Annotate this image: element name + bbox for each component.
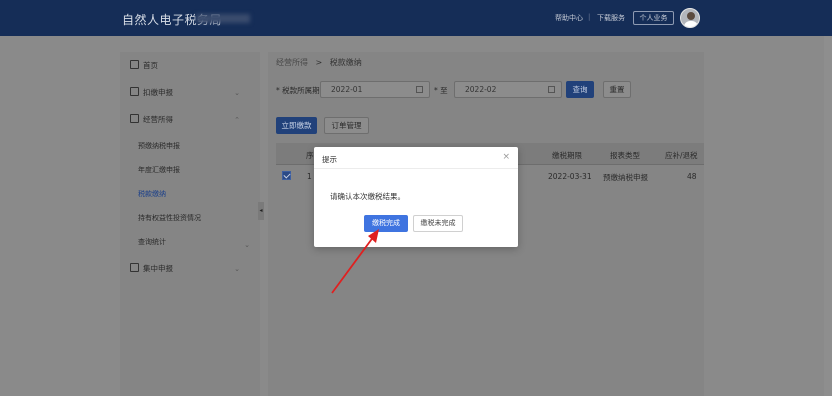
sidebar-collapse-handle[interactable]: ◂ — [258, 202, 264, 220]
dialog-message: 请确认本次缴税结果。 — [330, 192, 405, 201]
start-date-input[interactable]: 2022-01 — [320, 81, 430, 98]
chevron-up-icon: ⌃ — [234, 116, 240, 124]
home-icon — [130, 60, 139, 69]
sidebar-item-label: 集中申报 — [143, 264, 173, 273]
payment-complete-button[interactable]: 缴税完成 — [364, 215, 408, 232]
download-service-link[interactable]: 下载服务 — [597, 13, 625, 23]
list-icon — [130, 114, 139, 123]
sidebar-sub-tax-payment[interactable]: 税款缴纳 — [138, 188, 166, 200]
chevron-down-icon: ⌄ — [234, 265, 240, 273]
col-header-deadline: 缴税期限 — [552, 151, 582, 160]
avatar-body — [684, 21, 698, 27]
chevron-down-icon: ⌄ — [244, 241, 250, 249]
start-date-value: 2022-01 — [331, 85, 363, 94]
row-checkbox[interactable] — [282, 171, 291, 180]
calendar-icon — [416, 86, 423, 93]
breadcrumb-separator: > — [315, 58, 323, 67]
document-icon — [130, 87, 139, 96]
top-separator: | — [588, 13, 591, 21]
row-report-type: 预缴纳税申报 — [603, 173, 648, 182]
query-button[interactable]: 查询 — [566, 81, 594, 98]
chevron-down-icon: ⌄ — [234, 89, 240, 97]
row-deadline: 2022-03-31 — [548, 172, 592, 181]
to-label: * 至 — [434, 86, 448, 95]
confirm-dialog: 提示 × 请确认本次缴税结果。 缴税完成 缴税未完成 — [314, 147, 518, 247]
avatar-head — [687, 12, 695, 20]
row-index: 1 — [307, 172, 312, 181]
breadcrumb-parent[interactable]: 经营所得 — [276, 58, 308, 67]
personal-business-button[interactable]: 个人业务 — [633, 11, 674, 25]
close-icon[interactable]: × — [502, 152, 510, 162]
dialog-title: 提示 — [322, 155, 337, 164]
pay-now-button[interactable]: 立即缴款 — [276, 117, 317, 134]
reset-button[interactable]: 重置 — [603, 81, 631, 98]
sidebar-item-centralized[interactable]: 集中申报 ⌄ — [130, 262, 250, 276]
sidebar-item-withholding[interactable]: 扣缴申报 ⌄ — [130, 86, 250, 100]
sidebar-sub-prepay[interactable]: 预缴纳税申报 — [138, 140, 180, 152]
page-scrollbar[interactable] — [824, 36, 832, 396]
sidebar-item-label: 扣缴申报 — [143, 88, 173, 97]
blurred-region — [196, 14, 250, 23]
end-date-value: 2022-02 — [465, 85, 497, 94]
sidebar-item-operating-income[interactable]: 经营所得 ⌃ — [130, 113, 250, 127]
period-label: * 税款所属期 — [276, 86, 320, 95]
sidebar-sub-equity-investment[interactable]: 持有权益性投资情况 — [138, 212, 201, 224]
query-chevron: ⌄ — [240, 238, 250, 252]
top-navbar: 自然人电子税务局 帮助中心 | 下载服务 个人业务 — [0, 0, 832, 36]
help-center-link[interactable]: 帮助中心 — [555, 13, 583, 23]
end-date-input[interactable]: 2022-02 — [454, 81, 562, 98]
avatar[interactable] — [680, 8, 700, 28]
sidebar-item-home[interactable]: 首页 — [130, 59, 250, 73]
order-manage-button[interactable]: 订单管理 — [324, 117, 369, 134]
sidebar: 首页 扣缴申报 ⌄ 经营所得 ⌃ 预缴纳税申报 年度汇缴申报 税款缴纳 持有权益… — [120, 52, 260, 396]
sidebar-sub-annual[interactable]: 年度汇缴申报 — [138, 164, 180, 176]
breadcrumb: 经营所得 > 税款缴纳 — [276, 57, 362, 68]
sidebar-item-label: 首页 — [143, 61, 158, 70]
sidebar-sub-query[interactable]: 查询统计 — [138, 236, 166, 248]
col-header-report-type: 报表类型 — [610, 151, 640, 160]
col-header-amount: 应补/退税 — [665, 151, 698, 160]
col-header-index: 序 — [306, 151, 314, 160]
calendar-icon — [548, 86, 555, 93]
report-icon — [130, 263, 139, 272]
dialog-header: 提示 × — [314, 147, 518, 169]
row-amount: 48 — [687, 172, 697, 181]
sidebar-item-label: 经营所得 — [143, 115, 173, 124]
payment-incomplete-button[interactable]: 缴税未完成 — [413, 215, 463, 232]
breadcrumb-current: 税款缴纳 — [329, 58, 362, 67]
